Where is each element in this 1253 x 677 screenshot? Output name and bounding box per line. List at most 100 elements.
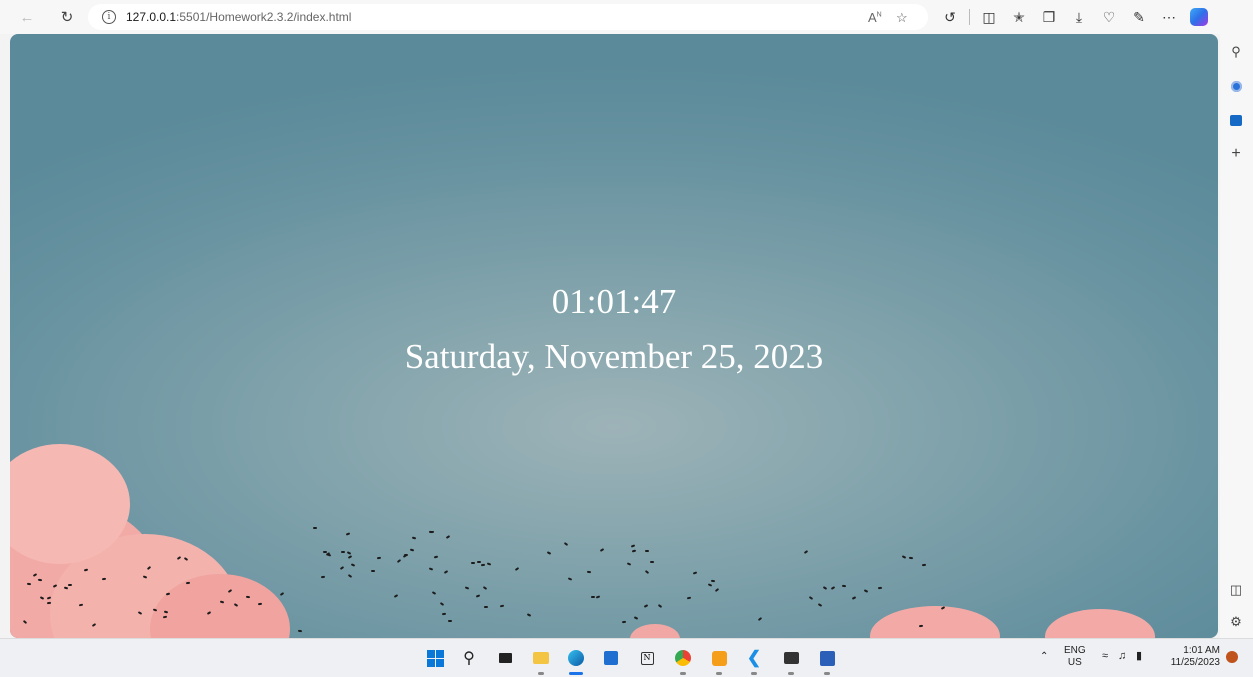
bird [163,610,168,614]
clock-date: Saturday, November 25, 2023 [404,337,824,376]
add-sidebar-icon[interactable]: + [1228,145,1244,162]
notion-icon[interactable]: N [636,647,658,669]
bird [350,562,355,567]
toolbar-divider [969,9,970,25]
notification-badge-icon[interactable] [1226,651,1238,663]
bird [470,561,475,565]
bird [446,534,451,539]
bird [297,629,302,633]
bird [803,549,809,554]
chevron-up-icon[interactable]: ⌃ [1040,651,1048,663]
bird [409,548,415,552]
bird [757,616,762,621]
bird [631,544,636,548]
microsoft-store-icon[interactable] [600,647,622,669]
bird [431,591,437,596]
more-menu-icon[interactable]: ⋯ [1154,2,1184,32]
bird [185,581,190,584]
bird [428,567,433,571]
bird [851,596,856,600]
bird [279,592,285,597]
bird [547,551,552,555]
bird [312,526,317,529]
bird [347,573,353,578]
bird [591,595,596,598]
task-view-icon[interactable] [494,647,516,669]
search-icon[interactable]: ⚲ [1228,44,1244,60]
volume-icon[interactable]: ♫ [1118,650,1126,662]
bird [370,569,375,573]
bird [901,555,906,559]
bird [483,606,488,609]
split-screen-icon[interactable]: ◫ [974,2,1004,32]
start-windows-icon[interactable] [424,647,446,669]
url-path: :5501/Homework2.3.2/index.html [176,10,352,24]
copilot-icon[interactable] [1184,2,1214,32]
file-explorer-icon[interactable] [530,647,552,675]
downloads-icon[interactable]: ⤓ [1064,2,1094,32]
bird [396,559,401,564]
favorite-star-icon[interactable]: ☆ [896,10,908,26]
address-bar[interactable]: i 127.0.0.1:5501/Homework2.3.2/index.htm… [88,4,928,30]
bird [631,549,636,553]
copilot-sidebar-icon[interactable] [1228,78,1244,94]
bird [441,612,446,615]
bird [411,536,417,540]
refresh-icon[interactable]: ↻ [54,4,80,30]
bird [448,620,453,623]
bird [908,556,913,559]
chrome-icon[interactable] [672,647,694,675]
bird [439,602,445,606]
bird [26,582,31,586]
edge-browser-icon[interactable] [565,647,587,675]
bird [626,562,631,566]
wifi-icon[interactable]: ≈ [1102,650,1108,662]
system-clock[interactable]: 1:01 AM 11/25/2023 [1158,645,1220,669]
bird [863,589,869,593]
bird [877,586,882,589]
cloud-far-right [1045,609,1155,638]
word-icon[interactable] [816,647,838,675]
language-indicator[interactable]: ENG US [1064,645,1086,669]
bird [643,603,648,608]
cloud-right [870,606,1000,638]
bird [657,603,663,608]
bird [476,561,481,564]
terminal-icon[interactable] [780,647,802,675]
extensions-icon[interactable]: ✎ [1124,2,1154,32]
bird [486,562,492,566]
bird [345,531,350,536]
bird [808,596,814,600]
collections-icon[interactable]: ❐ [1034,2,1064,32]
refresh-c-icon[interactable]: ↺ [935,2,965,32]
bird [567,577,573,582]
outlook-icon[interactable] [1228,112,1244,128]
bird [621,620,626,623]
bird [686,596,691,600]
edge-sidebar: ⚲ + ◫ ⚙ [1220,34,1253,638]
search-taskbar-icon[interactable]: ⚲ [458,647,480,669]
bird [921,563,927,566]
read-aloud-icon[interactable]: AN [868,10,882,25]
back-icon[interactable]: ← [14,4,40,30]
bird [220,600,225,604]
bird [444,570,449,575]
bird [393,594,398,598]
sidebar-settings-icon[interactable]: ⚙ [1228,614,1244,630]
bird [595,595,601,599]
bird [500,604,505,608]
windows-taskbar: ⚲ N ❮ ⌃ ENG US ≈ ♫ ▮ 1:01 AM 11/25/2023 [0,638,1253,677]
page-viewport: 01:01:47 Saturday, November 25, 2023 [10,34,1218,638]
favorites-icon[interactable]: ✭ [1004,2,1034,32]
sublime-text-icon[interactable] [708,647,730,675]
browser-essentials-icon[interactable]: ♡ [1094,2,1124,32]
bird [475,594,481,599]
hide-sidebar-icon[interactable]: ◫ [1228,582,1244,598]
vscode-icon[interactable]: ❮ [743,647,765,675]
bird [377,556,382,560]
battery-icon[interactable]: ▮ [1136,650,1142,662]
site-info-icon[interactable]: i [102,10,116,24]
browser-toolbar: ← ↻ i 127.0.0.1:5501/Homework2.3.2/index… [0,0,1253,34]
bird [649,561,654,564]
clock-time: 01:01:47 [551,282,677,321]
